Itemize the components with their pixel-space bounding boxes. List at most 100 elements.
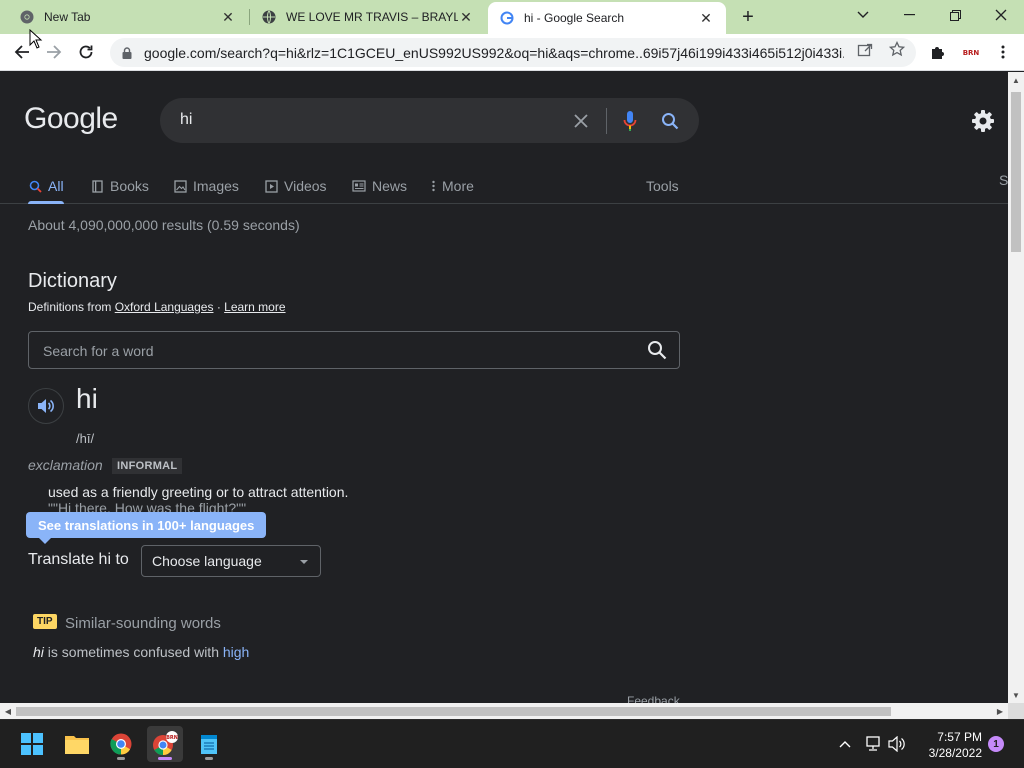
tip-middle: is sometimes confused with [43,644,223,660]
search-results-page: Google hi All Books Images Videos News M… [0,72,1008,703]
close-window-icon[interactable] [978,0,1024,30]
result-stats: About 4,090,000,000 results (0.59 second… [28,217,300,233]
restore-icon[interactable] [932,0,978,30]
chrome-taskbar-icon[interactable] [103,726,139,762]
close-tab-icon[interactable]: ✕ [698,10,714,26]
notepad-icon[interactable] [191,726,227,762]
tab-label: News [372,178,408,194]
search-input[interactable]: hi [180,111,192,129]
tab-label: All [48,178,64,194]
vertical-scrollbar[interactable]: ▲ ▼ [1008,72,1024,703]
tooltip-arrow [38,537,52,544]
chrome-icon [20,10,34,24]
dictionary-heading: Dictionary [28,270,117,292]
chrome-profile-taskbar-icon[interactable]: BRN [147,726,183,762]
tab-title: WE LOVE MR TRAVIS – BRAYLIN.… [286,10,458,24]
learn-more-link[interactable]: Learn more [224,300,285,314]
running-indicator [117,757,125,760]
language-select[interactable]: Choose language [141,545,321,577]
source-prefix: Definitions from [28,300,112,314]
translate-label: Translate hi to [28,551,129,568]
high-link[interactable]: high [223,644,249,660]
windows-start-icon[interactable] [14,726,50,762]
tip-title: Similar-sounding words [65,615,221,632]
reload-icon[interactable] [74,40,98,64]
notification-badge[interactable]: 1 [988,736,1004,752]
active-tab-indicator [28,201,64,204]
safesearch-edge-label[interactable]: S [999,172,1008,188]
pronunciation-speaker-icon[interactable] [28,388,64,424]
tab-news[interactable]: News [352,172,407,200]
settings-gear-icon[interactable] [970,108,996,134]
tab-strip: New Tab ✕ WE LOVE MR TRAVIS – BRAYLIN.… … [0,0,1024,34]
news-icon [352,179,366,193]
close-tab-icon[interactable]: ✕ [220,9,236,25]
kebab-menu-icon[interactable] [994,43,1012,61]
oxford-languages-link[interactable]: Oxford Languages [115,300,214,314]
word-search-field[interactable]: Search for a word [28,331,680,369]
tab-label: Videos [284,178,327,194]
tip-badge: TIP [33,614,57,629]
browser-toolbar: google.com/search?q=hi&rlz=1C1GCEU_enUS9… [0,34,1024,71]
feedback-link[interactable]: Feedback [627,694,680,703]
tab-title: hi - Google Search [524,11,625,25]
clear-icon[interactable] [570,110,592,132]
file-explorer-icon[interactable] [59,726,95,762]
minimize-icon[interactable] [886,0,932,30]
scroll-up-arrow-icon[interactable]: ▲ [1008,72,1024,88]
dropdown-caret-icon [300,560,308,564]
tab-we-love-mr-travis[interactable]: WE LOVE MR TRAVIS – BRAYLIN.… ✕ [250,0,486,34]
horizontal-scroll-thumb[interactable] [16,707,891,716]
close-tab-icon[interactable]: ✕ [458,9,474,25]
tab-more[interactable]: More [430,172,474,200]
tab-title: New Tab [44,10,91,24]
scroll-down-arrow-icon[interactable]: ▼ [1008,687,1024,703]
bookmark-star-icon[interactable] [889,41,905,57]
search-icon[interactable] [647,340,667,360]
url-text[interactable]: google.com/search?q=hi&rlz=1C1GCEU_enUS9… [144,45,844,61]
profile-avatar-icon[interactable]: BRN [960,43,982,61]
search-icon[interactable] [659,110,681,132]
tip-text: hi is sometimes confused with high [33,644,249,660]
microphone-icon[interactable] [619,110,641,132]
google-logo[interactable]: Google [24,102,118,136]
lock-icon[interactable] [120,46,134,60]
tray-chevron-up-icon[interactable] [836,735,854,753]
tools-button[interactable]: Tools [646,172,679,200]
tab-videos[interactable]: Videos [264,172,327,200]
share-icon[interactable] [857,41,873,57]
tab-images[interactable]: Images [173,172,239,200]
search-divider [606,108,607,134]
translations-tooltip[interactable]: See translations in 100+ languages [26,512,267,538]
scrollbar-corner [1008,703,1024,719]
new-tab-button[interactable]: + [736,5,760,29]
address-bar[interactable]: google.com/search?q=hi&rlz=1C1GCEU_enUS9… [110,38,916,67]
scroll-left-arrow-icon[interactable]: ◀ [0,703,16,719]
word-search-placeholder[interactable]: Search for a word [43,343,154,359]
search-icon [28,179,42,193]
search-box[interactable]: hi [160,98,699,143]
svg-text:BRN: BRN [166,735,178,741]
vertical-scroll-thumb[interactable] [1011,92,1021,252]
running-indicator [205,757,213,760]
horizontal-scrollbar[interactable]: ◀ ▶ [0,703,1008,719]
scroll-right-arrow-icon[interactable]: ▶ [992,703,1008,719]
kebab-icon [430,179,436,193]
tab-new-tab[interactable]: New Tab ✕ [8,0,248,34]
system-clock[interactable]: 7:57 PM 3/28/2022 [918,729,982,761]
tab-google-search[interactable]: hi - Google Search ✕ [488,2,726,34]
forward-arrow-icon[interactable] [42,40,66,64]
tab-label: Books [110,178,149,194]
windows-taskbar: BRN 7:57 PM 3/28/2022 1 [0,719,1024,768]
extensions-puzzle-icon[interactable] [929,43,947,61]
svg-text:BRN: BRN [963,49,980,57]
globe-icon [262,10,276,24]
tab-books[interactable]: Books [90,172,149,200]
network-icon[interactable] [864,735,882,753]
clock-time: 7:57 PM [937,730,982,744]
tab-all[interactable]: All [28,172,64,200]
volume-icon[interactable] [888,735,906,753]
tab-search-chevron-icon[interactable] [840,0,886,30]
book-icon [90,179,104,193]
definition: used as a friendly greeting or to attrac… [48,484,349,500]
